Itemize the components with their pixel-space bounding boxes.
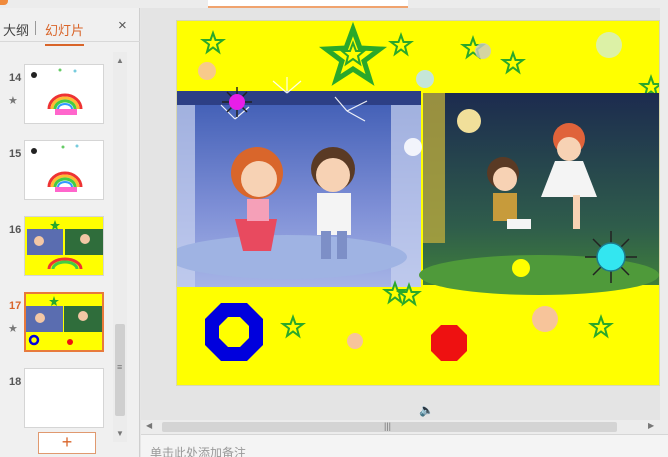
thumbnail-row[interactable]: 16 (0, 216, 112, 280)
bubble-icon (198, 62, 216, 80)
big-star-icon (318, 21, 388, 86)
slide-thumbnail-17[interactable] (24, 292, 104, 352)
slide-thumbnail-16[interactable] (24, 216, 104, 276)
tab-separator (35, 21, 36, 35)
slide-number: 15 (9, 148, 22, 160)
photo-dancing-kids (177, 77, 422, 287)
slide-canvas[interactable] (176, 20, 660, 386)
thumbnail-row[interactable]: 18 (0, 368, 112, 432)
photo-dancers (419, 93, 659, 295)
scroll-right-icon[interactable]: ▶ (648, 421, 654, 430)
tab-outline[interactable]: 大纲 (3, 20, 29, 39)
audio-speaker-icon[interactable]: 🔈 (419, 403, 434, 417)
notes-pane[interactable]: 单击此处添加备注 (141, 434, 668, 457)
slide-number: 14 (9, 72, 22, 84)
animation-star-icon: ★ (8, 95, 18, 107)
scrollbar-thumb[interactable]: ≡ (115, 324, 125, 416)
bubble-icon (475, 43, 491, 59)
slide-number: 17 (9, 300, 22, 312)
grip-icon: ||| (384, 421, 392, 431)
bubble-icon (532, 306, 558, 332)
red-octagon-shape (431, 325, 467, 361)
slide-panel: 大纲 幻灯片 × 14 ★ 15 16 17 ★ 18 ▲ ≡ ▼ (0, 8, 140, 457)
animation-star-icon: ★ (8, 323, 18, 335)
slide-thumbnail-14[interactable] (24, 64, 104, 124)
slide-artwork (177, 21, 659, 361)
thumbnail-list: 14 ★ 15 16 17 ★ 18 (0, 42, 112, 432)
notes-placeholder: 单击此处添加备注 (150, 446, 247, 457)
bubble-icon (416, 70, 434, 88)
bubble-icon (596, 32, 622, 58)
close-panel-button[interactable]: × (118, 17, 127, 34)
slide-thumbnail-18[interactable] (24, 368, 104, 428)
thumbnail-row-active[interactable]: 17 ★ (0, 292, 112, 356)
document-tab[interactable] (208, 0, 408, 8)
scroll-left-icon[interactable]: ◀ (146, 421, 152, 430)
thumbnail-scrollbar[interactable]: ▲ ≡ ▼ (113, 52, 127, 442)
bubble-icon (512, 259, 530, 277)
slide-thumbnail-15[interactable] (24, 140, 104, 200)
panel-tabbar: 大纲 幻灯片 × (0, 8, 140, 46)
add-slide-button[interactable]: + (38, 432, 96, 454)
scroll-down-icon[interactable]: ▼ (116, 429, 124, 438)
star-decoration-icon (200, 30, 659, 99)
thumbnail-row[interactable]: 14 ★ (0, 64, 112, 128)
tab-slides[interactable]: 幻灯片 (45, 20, 85, 46)
slide-number: 18 (9, 376, 22, 388)
app-logo (0, 0, 8, 5)
thumbnail-row[interactable]: 15 (0, 140, 112, 204)
scroll-up-icon[interactable]: ▲ (116, 56, 124, 65)
grip-icon: ≡ (117, 362, 123, 372)
editor-vertical-scrollbar[interactable] (660, 8, 668, 420)
bubble-icon (347, 333, 363, 349)
slide-number: 16 (9, 224, 22, 236)
title-bar (0, 0, 668, 8)
